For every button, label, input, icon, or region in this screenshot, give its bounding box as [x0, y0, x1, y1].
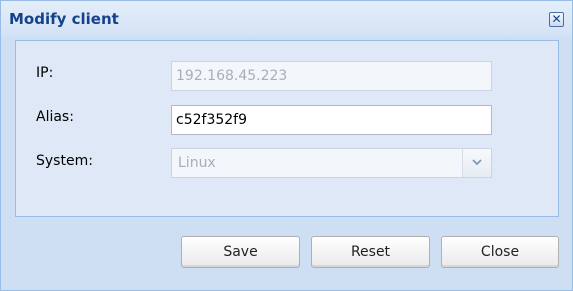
- ip-label: IP:: [36, 65, 54, 81]
- dialog-title: Modify client: [9, 10, 119, 28]
- alias-field[interactable]: [171, 105, 492, 135]
- modify-client-dialog: Modify client ✕ IP: Alias: System: Linux…: [0, 0, 573, 291]
- close-icon[interactable]: ✕: [549, 12, 564, 27]
- chevron-down-icon: [472, 159, 482, 166]
- system-select[interactable]: Linux: [171, 148, 492, 178]
- close-button[interactable]: Close: [441, 236, 559, 268]
- ip-field[interactable]: [171, 61, 492, 91]
- system-dropdown-trigger[interactable]: [462, 149, 491, 177]
- dialog-header[interactable]: Modify client ✕: [1, 1, 572, 37]
- reset-button[interactable]: Reset: [311, 236, 430, 268]
- alias-label: Alias:: [36, 109, 74, 125]
- client-form: IP: Alias: System: Linux: [15, 40, 559, 217]
- system-selected-value: Linux: [178, 155, 216, 171]
- system-label: System:: [36, 153, 93, 169]
- save-button[interactable]: Save: [181, 236, 300, 268]
